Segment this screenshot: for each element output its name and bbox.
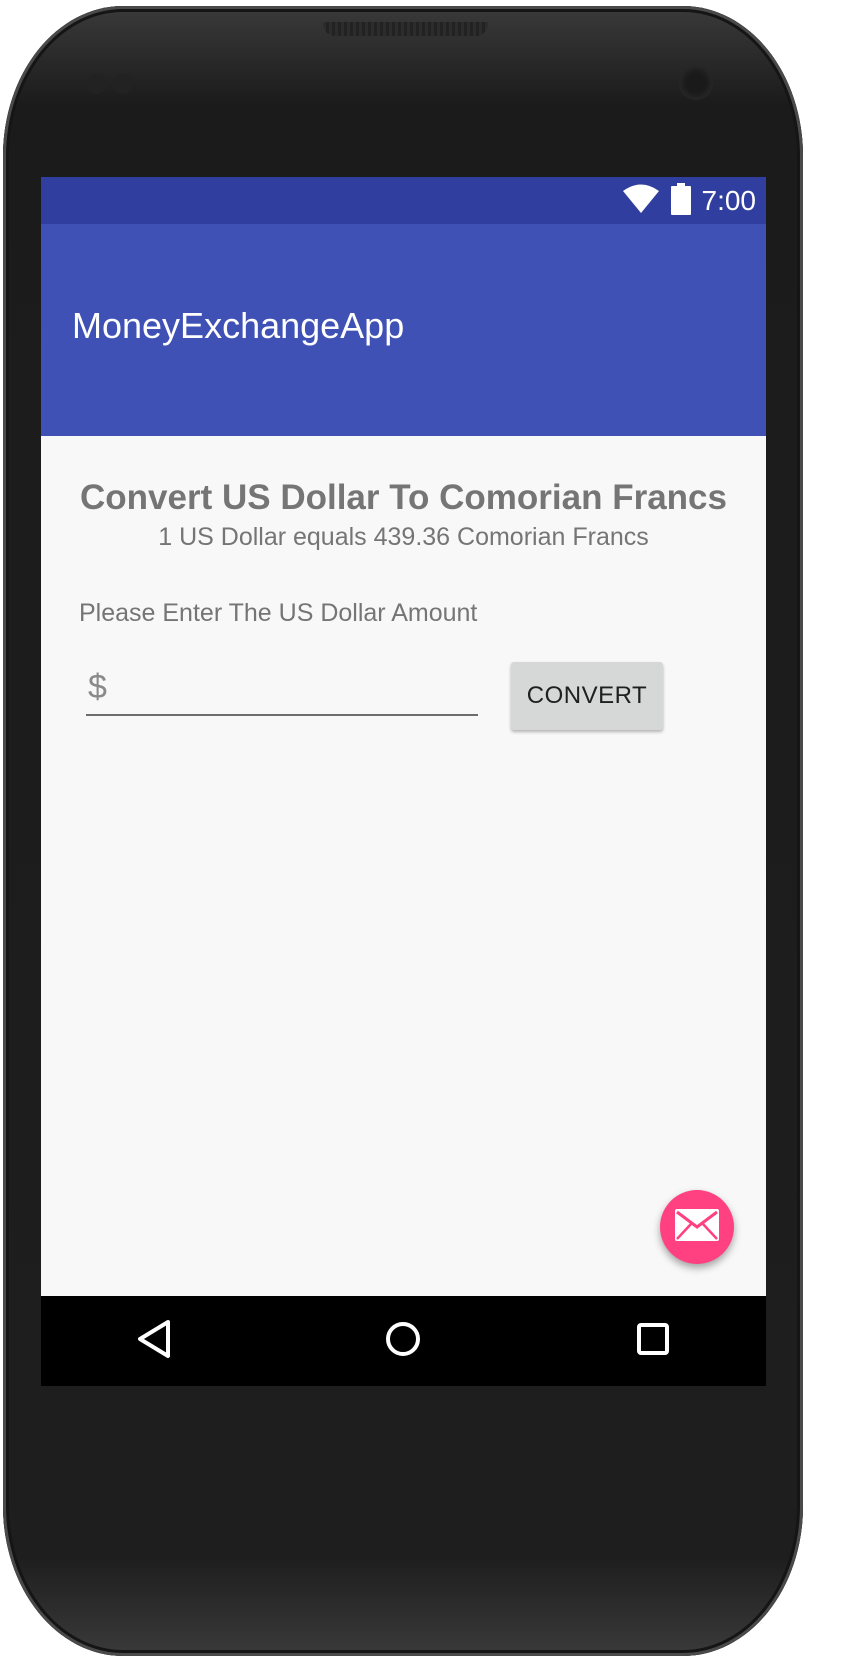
mail-icon — [674, 1208, 720, 1247]
recents-icon — [636, 1322, 670, 1361]
home-icon — [384, 1320, 422, 1363]
exchange-rate-text: 1 US Dollar equals 439.36 Comorian Franc… — [158, 523, 649, 551]
light-sensor — [113, 74, 133, 94]
back-icon — [136, 1319, 172, 1364]
amount-prompt-label: Please Enter The US Dollar Amount — [79, 599, 478, 627]
status-bar: 7:00 — [41, 177, 766, 224]
app-bar: MoneyExchangeApp — [41, 224, 766, 436]
app-title: MoneyExchangeApp — [72, 305, 405, 346]
screen: 7:00 MoneyExchangeApp Convert US Dollar … — [41, 177, 766, 1386]
status-time: 7:00 — [701, 185, 757, 216]
navigation-bar — [41, 1296, 766, 1386]
email-fab[interactable] — [660, 1190, 734, 1264]
battery-icon — [670, 182, 692, 220]
dollar-amount-input[interactable] — [86, 660, 478, 714]
wifi-icon — [622, 184, 660, 219]
convert-button[interactable]: CONVERT — [511, 662, 663, 730]
home-button[interactable] — [378, 1316, 428, 1366]
status-indicators: 7:00 — [622, 182, 757, 220]
front-camera — [679, 66, 713, 100]
proximity-sensor — [87, 74, 107, 94]
main-content: Convert US Dollar To Comorian Francs 1 U… — [41, 436, 766, 1296]
recents-button[interactable] — [628, 1316, 678, 1366]
amount-field — [86, 660, 478, 716]
speaker-grille — [323, 22, 488, 36]
page-heading: Convert US Dollar To Comorian Francs — [80, 478, 727, 517]
back-button[interactable] — [129, 1316, 179, 1366]
